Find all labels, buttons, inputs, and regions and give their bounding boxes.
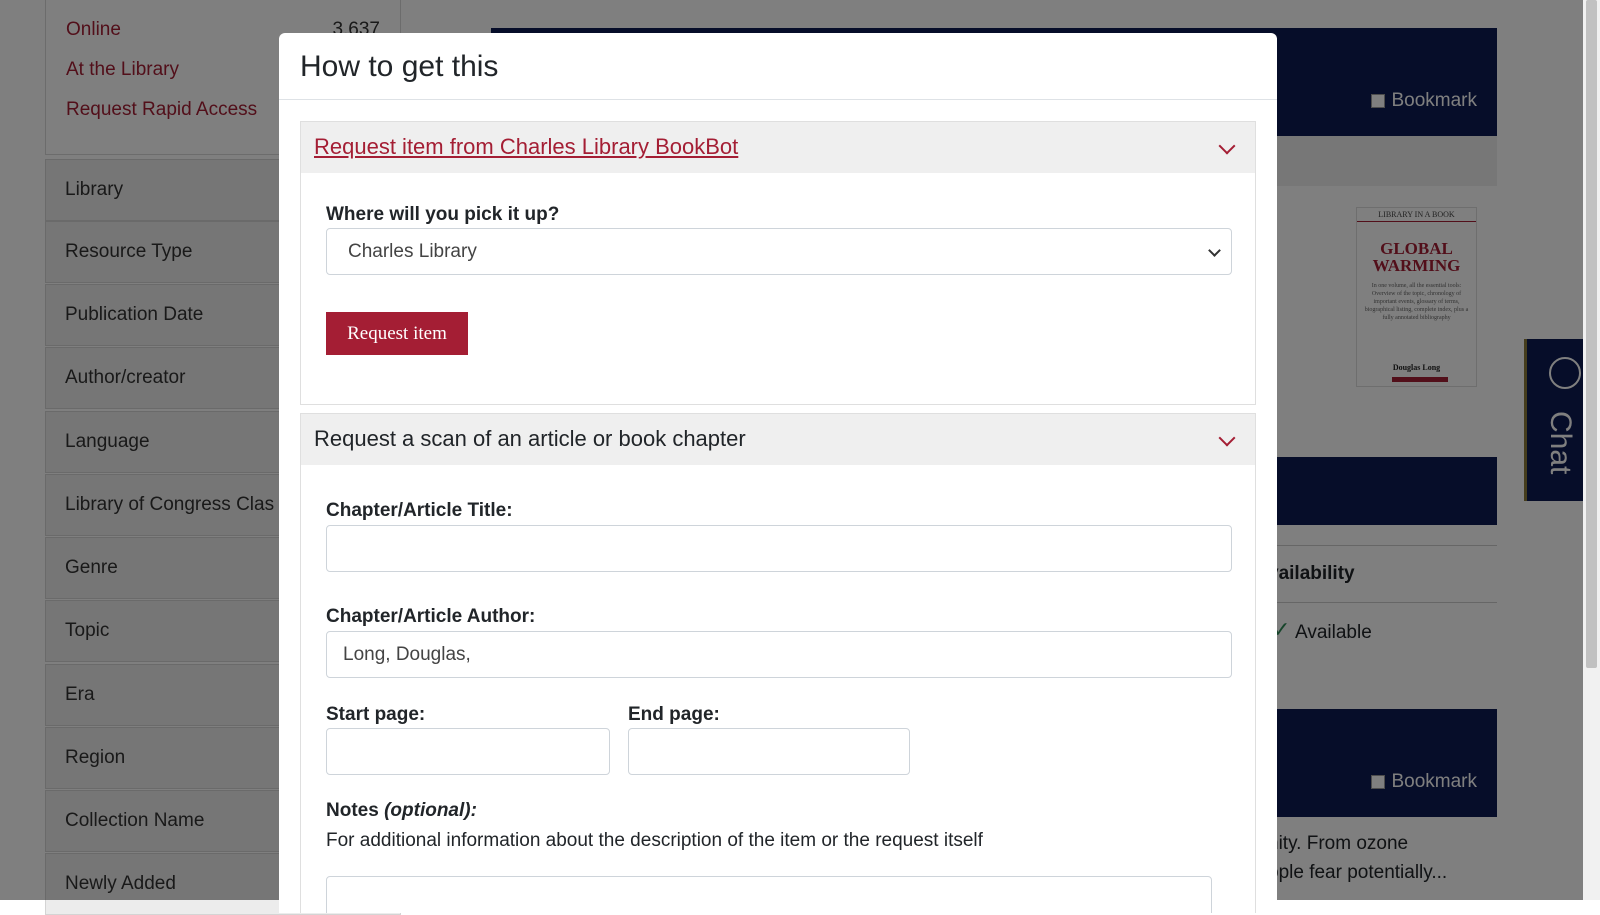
chapter-author-input[interactable]: Long, Douglas, — [326, 631, 1232, 678]
pickup-label: Where will you pick it up? — [326, 204, 560, 225]
chapter-author-label: Chapter/Article Author: — [326, 606, 536, 627]
pickup-location-value: Charles Library — [348, 241, 477, 262]
bookbot-accordion-header[interactable]: Request item from Charles Library BookBo… — [301, 122, 1255, 173]
modal-title: How to get this — [300, 50, 499, 83]
end-page-label: End page: — [628, 704, 720, 725]
notes-optional-text: (optional): — [384, 800, 477, 821]
notes-textarea[interactable] — [326, 876, 1212, 913]
modal-header: How to get this — [279, 33, 1277, 100]
pickup-location-select[interactable]: Charles Library — [326, 228, 1232, 275]
start-page-label: Start page: — [326, 704, 426, 725]
start-page-input[interactable] — [326, 728, 610, 775]
chevron-down-icon[interactable] — [1218, 137, 1236, 155]
end-page-input[interactable] — [628, 728, 910, 775]
request-item-button[interactable]: Request item — [326, 312, 468, 355]
notes-help-text: For additional information about the des… — [326, 830, 983, 851]
scan-accordion: Request a scan of an article or book cha… — [300, 413, 1256, 913]
scan-accordion-header[interactable]: Request a scan of an article or book cha… — [301, 414, 1255, 465]
scan-accordion-title[interactable]: Request a scan of an article or book cha… — [314, 426, 746, 452]
how-to-get-this-modal: How to get this Request item from Charle… — [279, 33, 1277, 913]
chapter-title-label: Chapter/Article Title: — [326, 500, 513, 521]
page-scrollbar-thumb[interactable] — [1586, 0, 1597, 668]
notes-label: Notes (optional): — [326, 800, 477, 822]
bookbot-accordion: Request item from Charles Library BookBo… — [300, 121, 1256, 405]
notes-label-text: Notes — [326, 800, 379, 821]
chevron-down-icon[interactable] — [1218, 429, 1236, 447]
chapter-title-input[interactable] — [326, 525, 1232, 572]
bookbot-accordion-title[interactable]: Request item from Charles Library BookBo… — [314, 134, 738, 160]
chevron-down-icon — [1208, 244, 1221, 257]
